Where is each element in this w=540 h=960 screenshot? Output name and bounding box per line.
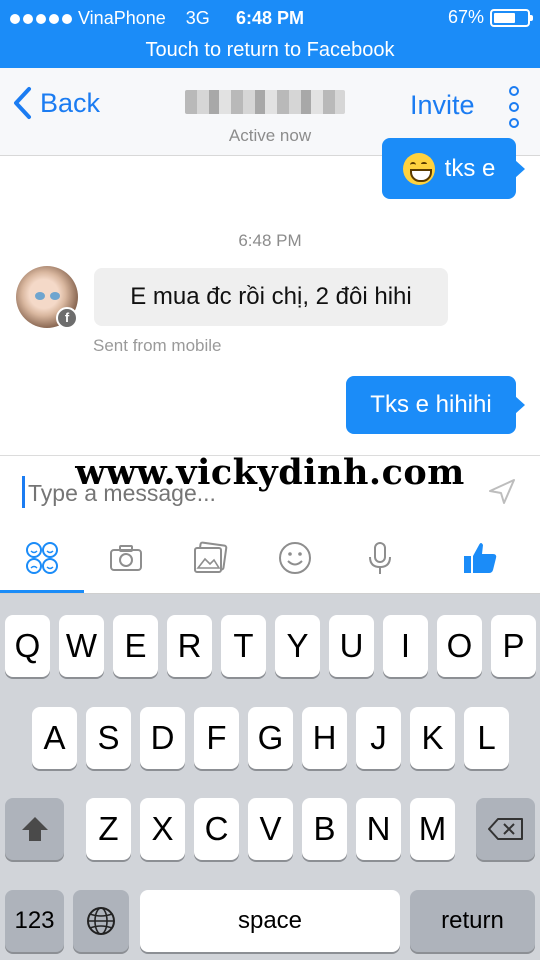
invite-button[interactable]: Invite (410, 90, 475, 121)
key-h[interactable]: H (302, 707, 347, 769)
chevron-left-icon (14, 87, 31, 119)
key-p[interactable]: P (491, 615, 536, 677)
more-options-icon[interactable] (507, 86, 521, 128)
shift-key[interactable] (5, 798, 64, 860)
outgoing-message-bubble[interactable]: Tks e hihihi (346, 376, 525, 434)
key-d[interactable]: D (140, 707, 185, 769)
active-tab-indicator (0, 590, 84, 593)
emoji-icon[interactable] (275, 538, 315, 578)
backspace-key[interactable] (476, 798, 535, 860)
shift-arrow-icon (21, 817, 48, 841)
key-b[interactable]: B (302, 798, 347, 860)
back-button[interactable]: Back (12, 86, 100, 120)
grinning-face-icon (402, 152, 435, 185)
key-j[interactable]: J (356, 707, 401, 769)
key-v[interactable]: V (248, 798, 293, 860)
key-l[interactable]: L (464, 707, 509, 769)
key-g[interactable]: G (248, 707, 293, 769)
battery-icon (490, 8, 533, 27)
message-text: tks e (444, 154, 496, 182)
key-q[interactable]: Q (5, 615, 50, 677)
composer-toolbar (0, 530, 540, 594)
stickers-icon[interactable] (22, 538, 62, 578)
key-e[interactable]: E (113, 615, 158, 677)
key-u[interactable]: U (329, 615, 374, 677)
like-thumb-icon[interactable] (460, 538, 500, 578)
message-text: Tks e hihihi (370, 391, 492, 418)
key-i[interactable]: I (383, 615, 428, 677)
contact-name-blurred (185, 90, 345, 114)
back-label: Back (40, 87, 101, 118)
key-k[interactable]: K (410, 707, 455, 769)
key-z[interactable]: Z (86, 798, 131, 860)
camera-icon[interactable] (106, 538, 146, 578)
battery-group: 67% (447, 7, 533, 28)
numbers-key[interactable]: 123 (5, 890, 64, 952)
keyboard: QWERTYUIOP ASDFGHJKL ZXCVBNM 123 space r… (0, 594, 540, 960)
key-y[interactable]: Y (275, 615, 320, 677)
return-to-facebook-bar[interactable]: Touch to return to Facebook (0, 36, 540, 68)
key-c[interactable]: C (194, 798, 239, 860)
globe-icon (87, 907, 115, 935)
key-a[interactable]: A (32, 707, 77, 769)
watermark-text: www.vickydinh.com (75, 452, 465, 493)
microphone-icon[interactable] (360, 538, 400, 578)
battery-percent: 67% (447, 7, 484, 27)
return-key[interactable]: return (410, 890, 535, 952)
key-n[interactable]: N (356, 798, 401, 860)
key-r[interactable]: R (167, 615, 212, 677)
incoming-message-bubble[interactable]: E mua đc rồi chị, 2 đôi hihi (94, 268, 448, 326)
key-t[interactable]: T (221, 615, 266, 677)
photo-gallery-icon[interactable] (190, 538, 230, 578)
key-s[interactable]: S (86, 707, 131, 769)
sent-from-label: Sent from mobile (93, 336, 222, 355)
message-text: E mua đc rồi chị, 2 đôi hihi (130, 283, 412, 310)
key-x[interactable]: X (140, 798, 185, 860)
facebook-badge-icon: f (56, 307, 78, 329)
key-m[interactable]: M (410, 798, 455, 860)
status-bar: VinaPhone 3G 6:48 PM 67% (0, 0, 540, 36)
key-w[interactable]: W (59, 615, 104, 677)
key-f[interactable]: F (194, 707, 239, 769)
backspace-icon (487, 818, 523, 840)
outgoing-message-bubble[interactable]: tks e (382, 138, 525, 199)
space-key[interactable]: space (140, 890, 400, 952)
key-o[interactable]: O (437, 615, 482, 677)
message-timestamp: 6:48 PM (238, 231, 302, 250)
globe-key[interactable] (73, 890, 129, 952)
